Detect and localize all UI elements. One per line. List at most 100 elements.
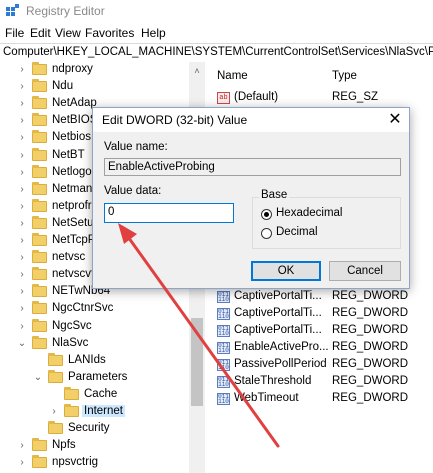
value-row[interactable]: ab (Default) REG_SZ (205, 90, 433, 106)
folder-icon (32, 164, 47, 178)
folder-icon (32, 198, 47, 212)
tree-item[interactable]: Cache (0, 386, 190, 403)
column-header-type[interactable]: Type (332, 70, 357, 82)
value-name: EnableActivePro... (234, 341, 329, 353)
menu-help[interactable]: Help (141, 26, 166, 40)
column-header-name[interactable]: Name (217, 70, 248, 82)
folder-icon (32, 215, 47, 229)
registry-icon (6, 4, 19, 16)
tree-item-label: Ndu (52, 80, 74, 93)
tree-item-label: Cache (84, 387, 118, 400)
value-type: REG_DWORD (332, 341, 409, 353)
menu-favorites[interactable]: Favorites (85, 26, 134, 40)
chevron-right-icon[interactable]: › (17, 285, 27, 299)
value-data-input[interactable]: 0 (104, 203, 234, 223)
chevron-right-icon[interactable]: › (17, 63, 27, 77)
edit-dword-dialog: Edit DWORD (32-bit) Value ✕ Value name: … (92, 107, 410, 289)
tree-item-label: Netbios (52, 131, 91, 144)
value-type: REG_DWORD (332, 358, 409, 370)
tree-item-label: Netman (52, 182, 93, 195)
tree-item[interactable]: ⌄ NlaSvc (0, 335, 190, 352)
chevron-right-icon[interactable]: › (17, 200, 27, 214)
tree-item-label: netvscvf (52, 268, 95, 281)
menu-edit[interactable]: Edit (30, 26, 51, 40)
dword-value-icon: 011 110 (217, 291, 230, 303)
tree-item-label: netprofr (52, 199, 92, 212)
tree-item-label: Internet (82, 405, 125, 417)
value-name: WebTimeout (234, 392, 299, 404)
value-row[interactable]: 011 110 PassivePollPeriod REG_DWORD (205, 357, 433, 373)
chevron-right-icon[interactable]: › (17, 149, 27, 163)
value-row[interactable]: 011 110 CaptivePortalTi... REG_DWORD (205, 323, 433, 339)
chevron-right-icon[interactable]: › (17, 456, 27, 470)
folder-icon (32, 438, 47, 452)
tree-item[interactable]: › Ndu (0, 79, 190, 95)
tree-item[interactable]: Security (0, 421, 190, 437)
hexadecimal-label[interactable]: Hexadecimal (276, 207, 342, 219)
tree-item[interactable]: › NgcCtnrSvc (0, 301, 190, 317)
value-row[interactable]: 011 110 EnableActivePro... REG_DWORD (205, 340, 433, 356)
folder-icon (48, 369, 63, 383)
chevron-right-icon[interactable]: › (17, 97, 27, 111)
base-groupbox (252, 197, 401, 249)
chevron-right-icon[interactable]: › (17, 131, 27, 145)
value-name-field: EnableActiveProbing (104, 158, 401, 176)
folder-icon (32, 79, 47, 93)
tree-item[interactable]: › Internet (0, 404, 190, 420)
cancel-button[interactable]: Cancel (329, 261, 401, 281)
scrollbar-thumb[interactable] (191, 318, 203, 406)
close-icon[interactable]: ✕ (382, 109, 408, 131)
menu-view[interactable]: View (55, 26, 81, 40)
tree-item[interactable]: ⌄ Parameters (0, 369, 190, 386)
chevron-right-icon[interactable]: › (17, 439, 27, 453)
value-name: StaleThreshold (234, 375, 312, 387)
value-row[interactable]: 011 110 CaptivePortalTi... REG_DWORD (205, 306, 433, 322)
chevron-right-icon[interactable]: › (17, 268, 27, 282)
decimal-radio[interactable] (261, 228, 272, 239)
tree-item-label: ndproxy (52, 63, 93, 75)
value-type: REG_SZ (332, 91, 379, 103)
chevron-down-icon[interactable]: ⌄ (33, 371, 43, 385)
folder-icon (32, 335, 47, 349)
chevron-right-icon[interactable]: › (17, 234, 27, 248)
tree-item-label: Security (68, 422, 110, 435)
chevron-right-icon[interactable]: › (17, 183, 27, 197)
hexadecimal-radio[interactable] (261, 209, 272, 220)
tree-item[interactable]: › Npfs (0, 438, 190, 454)
tree-item[interactable]: › ndproxy (0, 62, 190, 78)
folder-icon (32, 318, 47, 332)
folder-icon (32, 96, 47, 110)
chevron-right-icon[interactable]: › (17, 320, 27, 334)
menu-file[interactable]: File (5, 26, 24, 40)
chevron-right-icon[interactable]: › (17, 80, 27, 94)
chevron-right-icon[interactable]: › (17, 166, 27, 180)
value-name: PassivePollPeriod (234, 358, 327, 370)
scroll-up-icon[interactable]: ˄ (189, 64, 205, 78)
value-name-label: Value name: (104, 141, 168, 153)
chevron-right-icon[interactable]: › (17, 302, 27, 316)
tree-item-label: NgcCtnrSvc (52, 302, 114, 315)
folder-icon (48, 421, 63, 435)
ok-button[interactable]: OK (251, 261, 321, 281)
decimal-label[interactable]: Decimal (276, 226, 318, 238)
tree-item[interactable]: LANIds (0, 352, 190, 369)
tree-item-label: npsvctrig (52, 456, 99, 469)
dword-value-icon: 011 110 (217, 325, 230, 337)
tree-item[interactable]: › NgcSvc (0, 318, 190, 335)
chevron-right-icon[interactable]: › (17, 251, 27, 265)
value-row[interactable]: 011 110 CaptivePortalTi... REG_DWORD (205, 289, 433, 305)
chevron-down-icon[interactable]: ⌄ (17, 337, 27, 351)
value-row[interactable]: 011 110 StaleThreshold REG_DWORD (205, 374, 433, 390)
chevron-right-icon[interactable]: › (17, 217, 27, 231)
chevron-right-icon[interactable]: › (49, 405, 59, 419)
folder-icon (32, 455, 47, 469)
base-label: Base (259, 189, 290, 201)
value-row[interactable]: 011 110 WebTimeout REG_DWORD (205, 391, 433, 407)
string-value-icon: ab (217, 92, 230, 104)
folder-icon (32, 250, 47, 264)
chevron-right-icon[interactable]: › (17, 114, 27, 128)
tree-item[interactable]: › npsvctrig (0, 455, 190, 471)
address-path[interactable]: Computer\HKEY_LOCAL_MACHINE\SYSTEM\Curre… (3, 46, 433, 58)
value-name: (Default) (234, 91, 279, 103)
address-bar[interactable]: Computer\HKEY_LOCAL_MACHINE\SYSTEM\Curre… (0, 43, 433, 63)
